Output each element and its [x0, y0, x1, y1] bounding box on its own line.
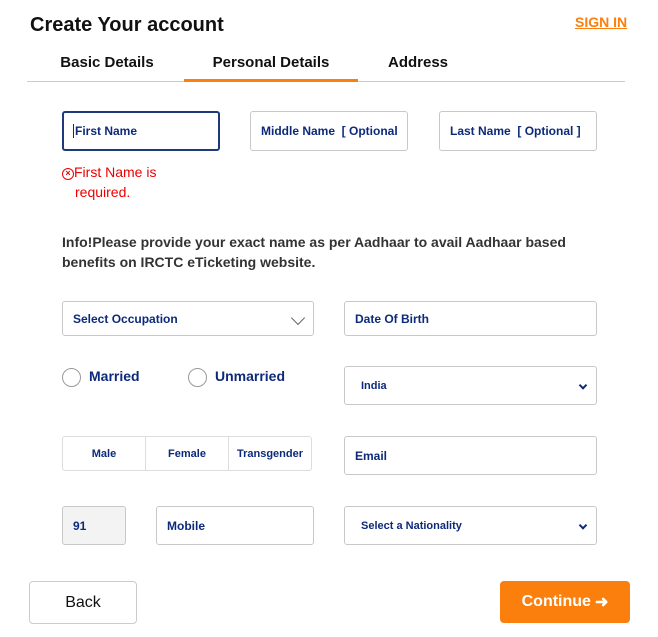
continue-label: Continue	[521, 593, 591, 610]
unmarried-radio[interactable]	[188, 368, 207, 387]
error-icon: ×	[62, 168, 74, 180]
continue-button[interactable]: Continue ➜	[500, 581, 630, 623]
arrow-right-icon: ➜	[594, 594, 609, 611]
occupation-select[interactable]: Select Occupation	[62, 301, 314, 336]
sign-in-link[interactable]: SIGN IN	[575, 14, 627, 30]
married-label[interactable]: Married	[89, 368, 140, 384]
dob-placeholder: Date Of Birth	[355, 311, 430, 326]
mobile-placeholder: Mobile	[167, 518, 205, 533]
nationality-select[interactable]: Select a Nationality	[344, 506, 597, 545]
gender-toggle-group: Male Female Transgender	[62, 436, 312, 471]
country-code-field: 91	[62, 506, 126, 545]
country-select[interactable]: India	[344, 366, 597, 405]
first-name-input[interactable]: First Name	[62, 111, 220, 151]
middle-name-placeholder: Middle Name [ Optional	[261, 124, 398, 138]
tab-address[interactable]: Address	[368, 54, 468, 71]
tab-personal-details[interactable]: Personal Details	[184, 54, 358, 71]
chevron-down-icon	[290, 310, 306, 325]
mobile-input[interactable]: Mobile	[156, 506, 314, 545]
nationality-value: Select a Nationality	[361, 519, 462, 532]
country-value: India	[361, 379, 387, 392]
aadhaar-info: Info!Please provide your exact name as p…	[62, 234, 566, 270]
chevron-down-icon	[578, 520, 588, 530]
first-name-error: × First Name is required.	[62, 162, 182, 202]
dob-input[interactable]: Date Of Birth	[344, 301, 597, 336]
gender-transgender-button[interactable]: Transgender	[229, 437, 311, 470]
email-placeholder: Email	[355, 448, 388, 463]
middle-name-input[interactable]: Middle Name [ Optional	[250, 111, 408, 151]
unmarried-label[interactable]: Unmarried	[215, 368, 285, 384]
email-input[interactable]: Email	[344, 436, 597, 475]
back-label: Back	[65, 593, 101, 611]
active-tab-indicator	[184, 79, 358, 82]
page-title: Create Your account	[30, 14, 224, 36]
married-radio[interactable]	[62, 368, 81, 387]
error-text: First Name is required.	[74, 164, 157, 200]
occupation-value: Select Occupation	[73, 311, 178, 326]
gender-male-button[interactable]: Male	[63, 437, 146, 470]
country-code-value: 91	[73, 518, 87, 533]
gender-female-button[interactable]: Female	[146, 437, 229, 470]
first-name-placeholder: First Name	[75, 124, 138, 138]
last-name-input[interactable]: Last Name [ Optional ]	[439, 111, 597, 151]
chevron-down-icon	[578, 380, 588, 390]
tab-basic-details[interactable]: Basic Details	[47, 54, 167, 71]
back-button[interactable]: Back	[29, 581, 137, 624]
last-name-placeholder: Last Name [ Optional ]	[450, 124, 581, 138]
